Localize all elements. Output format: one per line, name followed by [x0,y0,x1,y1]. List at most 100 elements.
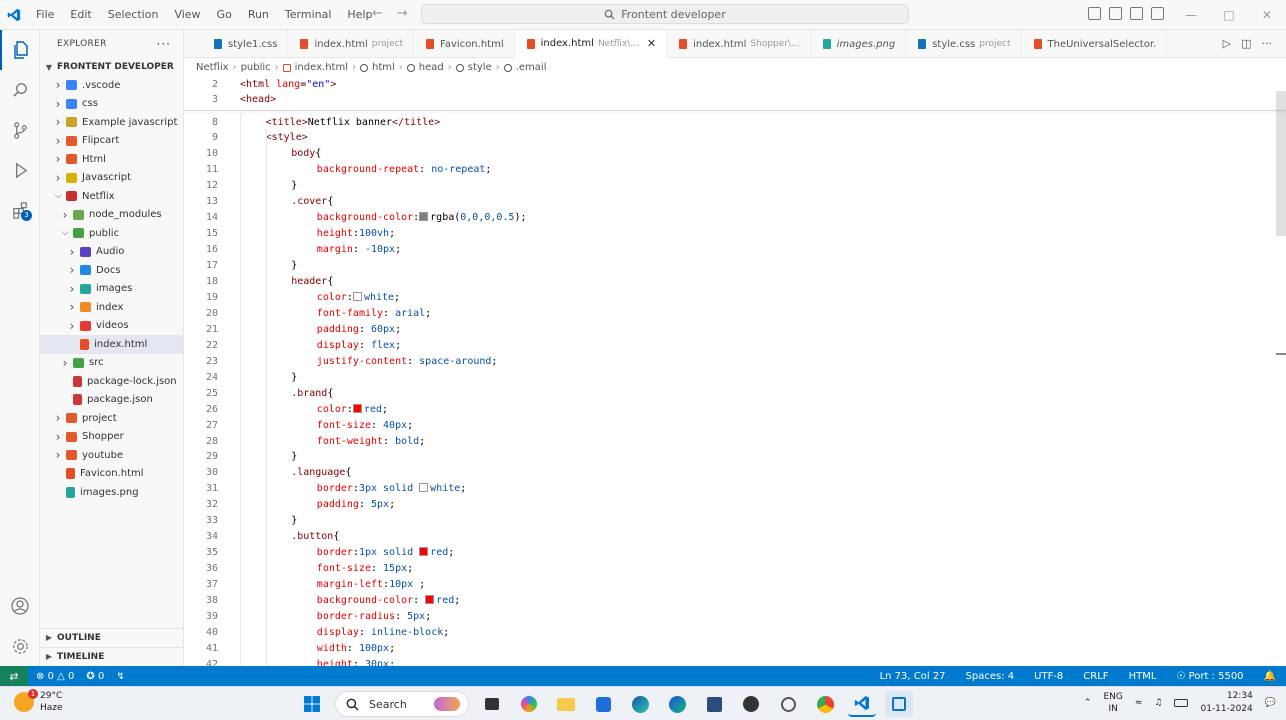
tree-item-images-png[interactable]: images.png [40,483,183,502]
breadcrumb-item[interactable]: Netflix [196,62,229,73]
code-line[interactable]: 39 border-radius: 5px; [184,608,1274,624]
code-line[interactable]: 16 margin: -10px; [184,242,1274,258]
language-mode[interactable]: HTML [1129,671,1157,682]
workspace-section-header[interactable]: ▼ FRONTENT DEVELOPER [40,58,183,76]
menu-file[interactable]: File [28,0,62,30]
encoding[interactable]: UTF-8 [1034,671,1063,682]
code-line[interactable]: 32 padding: 5px; [184,497,1274,513]
menu-run[interactable]: Run [240,0,277,30]
tab-images-png[interactable]: images.png [811,30,907,58]
tree-item-node-modules[interactable]: › node_modules [40,206,183,225]
tree-item-index-html[interactable]: index.html [40,335,183,354]
code-line[interactable]: 26 color: red; [184,401,1274,417]
store-taskbar[interactable] [589,691,617,717]
tree-item-html[interactable]: › Html [40,150,183,169]
cursor-position[interactable]: Ln 73, Col 27 [880,671,946,682]
search-activity[interactable] [0,70,40,110]
edge-dev-taskbar[interactable] [663,691,691,717]
tree-item-images[interactable]: › images [40,280,183,299]
tab-index-html[interactable]: index.html project [288,30,415,58]
forward-arrow-icon[interactable]: → [397,6,408,21]
tree-item-flipcart[interactable]: › Flipcart [40,132,183,151]
tree-item-css[interactable]: › css [40,95,183,114]
edge-taskbar[interactable] [626,691,654,717]
live-server-port[interactable]: ☉ Port : 5500 [1176,671,1243,682]
snipping-tool-taskbar[interactable] [885,691,913,717]
whatsapp-taskbar[interactable] [774,691,802,717]
close-window-icon[interactable]: ✕ [1248,0,1286,30]
battery-icon[interactable] [1174,699,1189,707]
end-of-line[interactable]: CRLF [1083,671,1108,682]
close-tab-icon[interactable]: ✕ [647,37,656,50]
breadcrumb-item[interactable]: head [419,62,444,73]
code-line[interactable]: 28 font-weight: bold; [184,433,1274,449]
tab-favicon-html[interactable]: Favicon.html [414,30,515,58]
color-swatch[interactable] [425,595,435,604]
run-file-icon[interactable]: ▷ [1223,37,1231,50]
split-editor-icon[interactable]: ◫ [1241,37,1251,50]
breadcrumb-item[interactable]: index.html [295,62,348,73]
tree-item-netflix[interactable]: ⌵ Netflix [40,187,183,206]
file-explorer-taskbar[interactable] [478,691,506,717]
code-line[interactable]: 2 <html lang="en"> [184,77,1274,92]
notifications-bell-icon[interactable]: 🔔 [1264,671,1276,682]
code-line[interactable]: 10 body{ [184,146,1274,162]
breadcrumb-item[interactable]: style [468,62,492,73]
code-line[interactable]: 31 border:3px solid white; [184,481,1274,497]
more-actions-icon[interactable]: ··· [1262,37,1273,50]
tree-item-favicon-html[interactable]: Favicon.html [40,465,183,484]
tree-item-javascript[interactable]: › Javascript [40,169,183,188]
explorer-activity[interactable] [0,30,40,70]
code-line[interactable]: 24} [184,369,1274,385]
chrome-taskbar[interactable] [811,691,839,717]
code-line[interactable]: 14 background-color: rgba(0,0,0,0.5); [184,210,1274,226]
outline-section[interactable]: ▶ OUTLINE [40,628,184,646]
tree-item-project[interactable]: › project [40,409,183,428]
start-button[interactable] [298,691,326,717]
code-line[interactable]: 23 justify-content: space-around; [184,353,1274,369]
tree-item-vscode[interactable]: › .vscode [40,76,183,95]
code-line[interactable]: 21 padding: 60px; [184,321,1274,337]
code-line[interactable]: 13 .cover{ [184,194,1274,210]
weather-widget[interactable]: 1 29°C Haze [14,689,63,714]
wordpress-taskbar[interactable] [737,691,765,717]
color-swatch[interactable] [419,547,429,557]
tab-theuniversalselector[interactable]: TheUniversalSelector. [1022,30,1168,58]
notification-center-icon[interactable]: 💬 [1265,698,1276,708]
tree-item-src[interactable]: › src [40,354,183,373]
toggle-panel-icon[interactable] [1109,7,1122,20]
code-line[interactable]: 29} [184,449,1274,465]
maximize-icon[interactable]: □ [1210,0,1248,30]
code-line[interactable]: 38 background-color: red; [184,593,1274,609]
breadcrumb-item[interactable]: html [372,62,395,73]
color-swatch[interactable] [419,483,429,493]
color-swatch[interactable] [419,212,429,222]
vscode-alt-taskbar[interactable] [700,691,728,717]
extensions-activity[interactable]: 3 [0,190,40,230]
remote-indicator[interactable]: ⇄ [0,666,28,686]
run-debug-activity[interactable] [0,150,40,190]
code-line[interactable]: 37 margin-left:10px ; [184,577,1274,593]
code-line[interactable]: 15 height:100vh; [184,226,1274,242]
system-clock[interactable]: 12:34 01-11-2024 [1200,690,1252,716]
code-line[interactable]: 3 <head> [184,92,1274,108]
tree-item-docs[interactable]: › Docs [40,261,183,280]
code-line[interactable]: 30 .language{ [184,465,1274,481]
code-line[interactable]: 22 display: flex; [184,337,1274,353]
tab-index-html[interactable]: index.html Shopper\... [667,30,811,58]
tree-item-shopper[interactable]: › Shopper [40,428,183,447]
lightning-icon[interactable]: ↯ [116,671,124,682]
tree-item-public[interactable]: ⌵ public [40,224,183,243]
code-line[interactable]: 19 color: white; [184,289,1274,305]
tree-item-example-javascript[interactable]: › Example javascript [40,113,183,132]
command-center-search[interactable]: Frontent developer [421,4,909,24]
code-editor[interactable]: 2 <html lang="en"> 3 <head> 8 <title>Netflix … [184,77,1286,666]
accounts-activity[interactable] [0,586,40,626]
customize-layout-icon[interactable] [1151,7,1164,20]
problems-status[interactable]: ⊗ 0 △ 0 [36,671,74,682]
folder-taskbar[interactable] [552,691,580,717]
ports-status[interactable]: ✪ 0 [86,671,104,682]
code-line[interactable]: 42 height: 30px; [184,656,1274,666]
input-language[interactable]: ENG IN [1103,691,1122,715]
code-line[interactable]: 25 .brand{ [184,385,1274,401]
